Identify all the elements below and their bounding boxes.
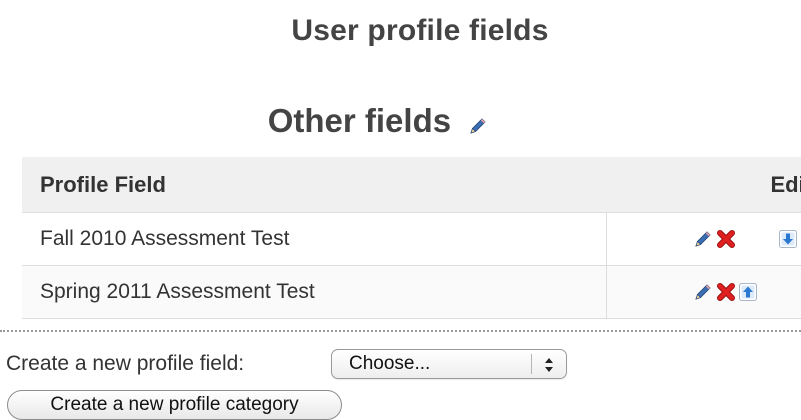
select-value: Choose... bbox=[349, 353, 431, 374]
table-header-row: Profile Field Edit bbox=[22, 157, 801, 213]
category-heading: Other fields bbox=[0, 98, 756, 144]
profile-field-name: Fall 2010 Assessment Test bbox=[22, 212, 606, 266]
category-name: Other fields bbox=[267, 102, 452, 139]
pencil-icon[interactable] bbox=[693, 229, 713, 249]
table-row: Fall 2010 Assessment Test bbox=[22, 212, 801, 266]
column-header-edit: Edit bbox=[606, 157, 801, 213]
page-title: User profile fields bbox=[291, 14, 549, 47]
create-category-button[interactable]: Create a new profile category bbox=[7, 390, 342, 420]
move-down-icon[interactable] bbox=[778, 230, 797, 248]
delete-x-icon[interactable] bbox=[716, 282, 736, 302]
updown-arrows-icon bbox=[541, 356, 557, 374]
field-type-select[interactable]: Choose... bbox=[331, 349, 567, 379]
delete-x-icon[interactable] bbox=[716, 229, 736, 249]
table-row: Spring 2011 Assessment Test bbox=[22, 265, 801, 319]
profile-field-name: Spring 2011 Assessment Test bbox=[22, 265, 606, 319]
section-divider bbox=[0, 330, 801, 332]
move-up-icon[interactable] bbox=[738, 283, 757, 301]
edit-actions-cell bbox=[605, 212, 801, 266]
select-divider bbox=[531, 354, 532, 374]
pencil-icon[interactable] bbox=[468, 106, 488, 144]
profile-fields-table: Profile Field Edit Fall 2010 Assessment … bbox=[22, 157, 801, 319]
edit-actions-cell bbox=[605, 265, 801, 319]
column-header-profile-field: Profile Field bbox=[22, 157, 606, 213]
pencil-icon[interactable] bbox=[693, 282, 713, 302]
create-field-label: Create a new profile field: bbox=[6, 352, 245, 375]
